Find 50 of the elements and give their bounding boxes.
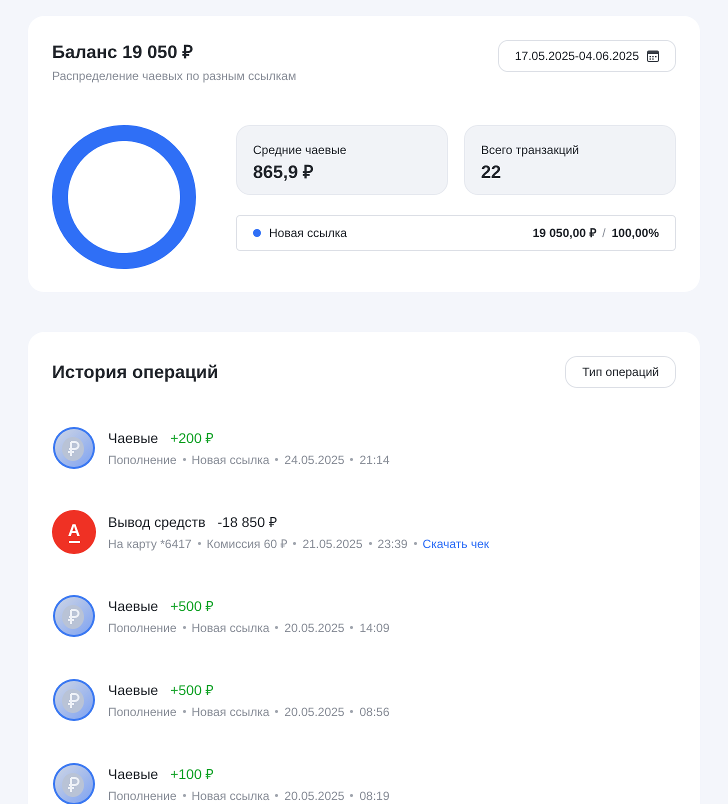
operation-detail: Новая ссылка (192, 620, 270, 636)
legend-separator: / (602, 225, 606, 242)
coin-icon (52, 426, 96, 470)
operation-detail: На карту *6417 (108, 536, 192, 552)
operation-detail: 21:14 (359, 452, 390, 468)
coin-icon (52, 678, 96, 722)
balance-title: Баланс 19 050 ₽ (52, 41, 194, 64)
coin-icon (52, 762, 96, 804)
bank-logo-icon: А (52, 510, 96, 554)
operation-detail: 14:09 (359, 620, 390, 636)
operation-detail: 21.05.2025 (302, 536, 363, 552)
operation-detail: 20.05.2025 (284, 704, 344, 720)
operation-detail: 08:19 (359, 788, 390, 804)
stat-value: 22 (481, 161, 502, 184)
operation-amount: +500 ₽ (170, 680, 214, 700)
operation-amount: +200 ₽ (170, 428, 214, 448)
operation-detail: Пополнение (108, 788, 177, 804)
operation-detail: 24.05.2025 (284, 452, 344, 468)
operation-title: Чаевые (108, 428, 158, 448)
operation-detail: Новая ссылка (192, 788, 270, 804)
operation-amount: +500 ₽ (170, 596, 214, 616)
operation-detail: 23:39 (378, 536, 408, 552)
operation-amount: +100 ₽ (170, 764, 214, 784)
date-range-button[interactable]: 17.05.2025-04.06.2025 (498, 40, 676, 72)
calendar-icon (647, 50, 659, 62)
operation-title: Вывод средств (108, 512, 206, 532)
history-title: История операций (52, 360, 218, 384)
legend-share: 100,00% (612, 225, 659, 242)
stat-label: Средние чаевые (253, 142, 348, 158)
operation-detail: Пополнение (108, 452, 177, 468)
operation-title: Чаевые (108, 680, 158, 700)
operation-type-button[interactable]: Тип операций (565, 356, 676, 388)
operation-title: Чаевые (108, 764, 158, 784)
operation-detail: Пополнение (108, 620, 177, 636)
operation-detail: Новая ссылка (192, 452, 270, 468)
operation-detail: Пополнение (108, 704, 177, 720)
coin-icon (52, 594, 96, 638)
download-receipt-link[interactable]: Скачать чек (422, 534, 490, 552)
operation-detail: 20.05.2025 (284, 620, 344, 636)
operation-detail: Новая ссылка (192, 704, 270, 720)
legend-amount: 19 050,00 ₽ (532, 225, 596, 242)
operation-title: Чаевые (108, 596, 158, 616)
stat-value: 865,9 ₽ (253, 161, 314, 184)
legend-name: Новая ссылка (269, 225, 347, 242)
operation-detail: Комиссия 60 ₽ (206, 536, 288, 552)
operation-amount: -18 850 ₽ (218, 512, 277, 532)
stat-label: Всего транзакций (481, 142, 580, 158)
operation-detail: 20.05.2025 (284, 788, 344, 804)
balance-subtitle: Распределение чаевых по разным ссылкам (52, 68, 296, 85)
operation-detail: 08:56 (359, 704, 390, 720)
